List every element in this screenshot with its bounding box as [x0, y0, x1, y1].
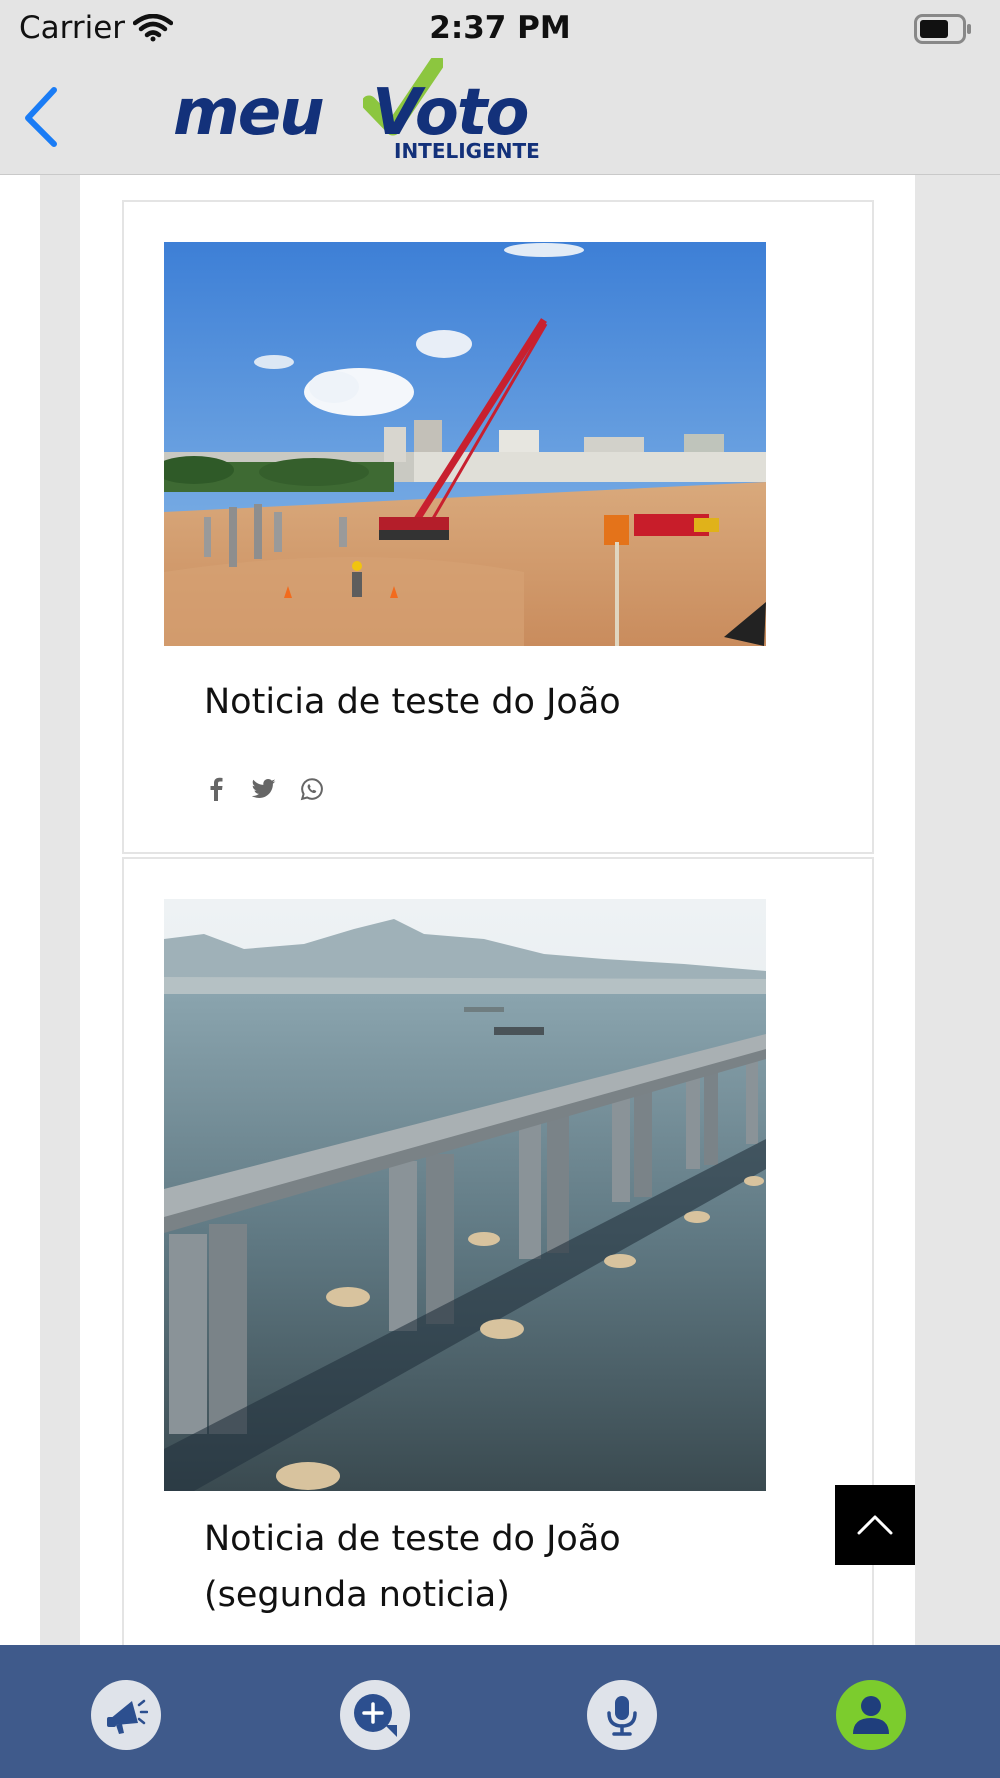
twitter-icon[interactable] — [250, 775, 278, 803]
whatsapp-icon[interactable] — [298, 775, 326, 803]
facebook-icon[interactable] — [202, 775, 230, 803]
logo-word-meu: meu — [173, 76, 325, 150]
news-title[interactable]: Noticia de teste do João (segunda notici… — [204, 1511, 804, 1623]
status-bar: Carrier 2:37 PM — [0, 0, 1000, 58]
construction-site-photo[interactable] — [164, 242, 766, 646]
news-card[interactable]: Noticia de teste do João — [122, 200, 874, 854]
tab-microphone[interactable] — [587, 1680, 657, 1750]
news-title-line-2: (segunda noticia) — [204, 1575, 510, 1615]
right-margin — [915, 175, 1000, 1645]
megaphone-icon — [107, 1699, 148, 1734]
logo: meu Voto INTELIGENTE — [170, 58, 570, 174]
chevron-left-icon — [25, 87, 57, 147]
news-feed[interactable]: Noticia de teste do João Noticia de test… — [0, 175, 1000, 1645]
microphone-icon — [607, 1696, 637, 1736]
share-row — [202, 774, 326, 804]
add-message-icon — [354, 1694, 397, 1737]
tab-profile[interactable] — [836, 1680, 906, 1750]
news-card[interactable]: Noticia de teste do João (segunda notici… — [122, 857, 874, 1645]
battery-icon — [914, 14, 972, 48]
news-title[interactable]: Noticia de teste do João — [204, 674, 804, 730]
clock: 2:37 PM — [429, 10, 571, 46]
profile-icon — [853, 1696, 889, 1734]
tab-add-message[interactable] — [340, 1680, 410, 1750]
left-margin — [40, 175, 80, 1645]
chevron-up-icon — [857, 1515, 893, 1535]
bridge-over-bay-photo[interactable] — [164, 899, 766, 1491]
scroll-top-button[interactable] — [835, 1485, 915, 1565]
tab-bar — [0, 1645, 1000, 1778]
back-button[interactable] — [18, 82, 68, 152]
nav-bar: meu Voto INTELIGENTE — [0, 58, 1000, 175]
news-title-line-1: Noticia de teste do João — [204, 1519, 621, 1559]
tab-megaphone[interactable] — [91, 1680, 161, 1750]
logo-subtitle: INTELIGENTE — [394, 139, 540, 163]
